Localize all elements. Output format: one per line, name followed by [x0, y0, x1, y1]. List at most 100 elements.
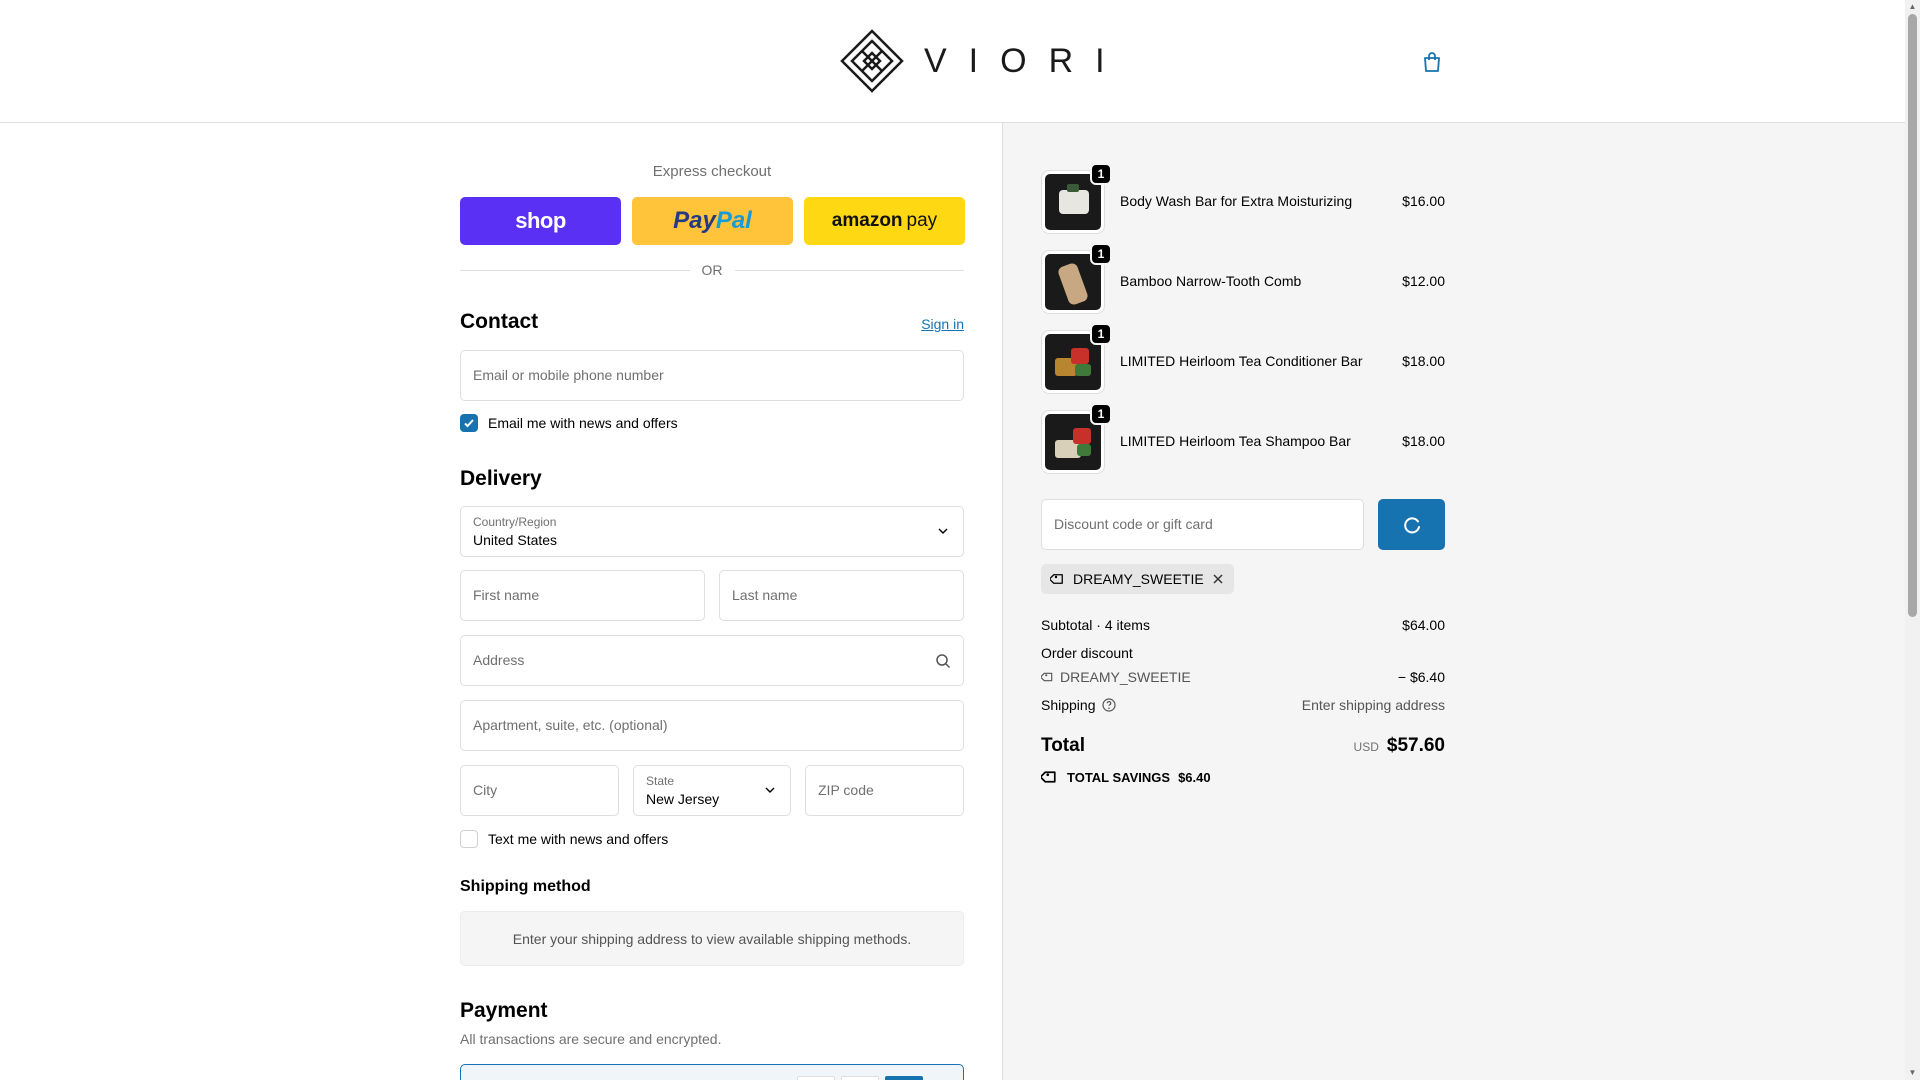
discount-code-input[interactable]: Discount code or gift card — [1041, 499, 1364, 550]
savings-value: $6.40 — [1178, 769, 1211, 785]
item-price: $12.00 — [1402, 273, 1445, 289]
address-field[interactable]: Address — [460, 635, 964, 686]
shipping-method-message: Enter your shipping address to view avai… — [460, 911, 964, 966]
quantity-badge: 1 — [1090, 323, 1112, 345]
discount-placeholder: Discount code or gift card — [1054, 516, 1213, 532]
text-opt-in-label: Text me with news and offers — [488, 831, 669, 847]
item-price: $18.00 — [1402, 433, 1445, 449]
shipping-method-title: Shipping method — [460, 878, 591, 895]
quantity-badge: 1 — [1090, 403, 1112, 425]
shipping-row: Shipping Enter shipping address — [1041, 697, 1445, 713]
applied-code-text: DREAMY_SWEETIE — [1073, 571, 1204, 587]
zip-placeholder: ZIP code — [818, 782, 874, 798]
subtotal-label: Subtotal · 4 items — [1041, 617, 1150, 633]
chevron-down-icon — [765, 787, 775, 793]
contact-title: Contact — [460, 310, 539, 333]
delivery-title: Delivery — [460, 467, 542, 490]
discount-code-row: DREAMY_SWEETIE − $6.40 — [1041, 669, 1445, 685]
express-checkout-buttons: shop Pay Pal amazon pay — [460, 197, 965, 245]
email-opt-in-checkbox[interactable] — [460, 414, 478, 432]
brand-logo[interactable]: VIORI — [840, 29, 1127, 93]
email-placeholder: Email or mobile phone number — [473, 367, 664, 383]
tag-icon — [1041, 672, 1053, 682]
text-opt-in[interactable]: Text me with news and offers — [460, 830, 668, 848]
apartment-field[interactable]: Apartment, suite, etc. (optional) — [460, 700, 964, 751]
email-opt-in[interactable]: Email me with news and offers — [460, 414, 678, 432]
order-item: 1 LIMITED Heirloom Tea Conditioner Bar $… — [1041, 323, 1445, 394]
page-scrollbar[interactable]: ▲ ▼ — [1905, 0, 1920, 1080]
paypal-label-pal: Pal — [715, 207, 752, 234]
amazon-label: amazon — [831, 210, 903, 231]
country-value: United States — [473, 532, 558, 548]
item-price: $16.00 — [1402, 193, 1445, 209]
search-icon — [936, 654, 951, 669]
item-name: LIMITED Heirloom Tea Conditioner Bar — [1120, 353, 1363, 369]
shipping-label: Shipping — [1041, 697, 1096, 713]
divider-line — [734, 269, 964, 271]
site-header: VIORI — [0, 0, 1905, 123]
or-divider: OR — [460, 262, 964, 278]
tag-icon — [1050, 574, 1063, 584]
applied-discount-chip: DREAMY_SWEETIE — [1041, 564, 1234, 594]
email-field[interactable]: Email or mobile phone number — [460, 350, 964, 401]
first-name-field[interactable]: First name — [460, 570, 705, 621]
chevron-down-icon — [938, 528, 948, 534]
country-label: Country/Region — [473, 515, 557, 529]
total-currency: USD — [1353, 740, 1379, 754]
subtotal-row: Subtotal · 4 items $64.00 — [1041, 617, 1445, 633]
text-opt-in-checkbox[interactable] — [460, 830, 478, 848]
remove-discount-icon[interactable] — [1211, 572, 1225, 586]
scroll-up-arrow-icon[interactable]: ▲ — [1908, 2, 1917, 12]
email-opt-in-label: Email me with news and offers — [488, 415, 678, 431]
discount-code-line: DREAMY_SWEETIE — [1041, 669, 1191, 685]
first-name-placeholder: First name — [473, 587, 540, 603]
amazon-pay-label: pay — [906, 210, 938, 231]
help-icon[interactable] — [1101, 698, 1116, 712]
item-name: LIMITED Heirloom Tea Shampoo Bar — [1120, 433, 1351, 449]
state-value: New Jersey — [646, 791, 720, 807]
zip-field[interactable]: ZIP code — [805, 765, 964, 816]
subtotal-value: $64.00 — [1402, 617, 1445, 633]
city-field[interactable]: City — [460, 765, 619, 816]
apply-discount-button[interactable] — [1378, 499, 1445, 550]
apartment-placeholder: Apartment, suite, etc. (optional) — [473, 717, 668, 733]
item-name: Bamboo Narrow-Tooth Comb — [1120, 273, 1302, 289]
credit-card-option[interactable] — [460, 1064, 964, 1080]
last-name-placeholder: Last name — [732, 587, 798, 603]
country-select[interactable]: Country/Region United States — [460, 506, 964, 557]
brand-name: VIORI — [924, 41, 1127, 80]
order-item: 1 Bamboo Narrow-Tooth Comb $12.00 — [1041, 243, 1445, 314]
discount-value: − $6.40 — [1397, 669, 1445, 685]
tag-icon — [1041, 771, 1056, 783]
brand-mark-icon — [840, 29, 904, 93]
shop-pay-label: shop — [515, 208, 566, 233]
item-price: $18.00 — [1402, 353, 1445, 369]
amazon-pay-button[interactable]: amazon pay — [804, 197, 965, 245]
sign-in-link[interactable]: Sign in — [921, 316, 964, 332]
state-select[interactable]: State New Jersey — [633, 765, 791, 816]
scrollbar-thumb[interactable] — [1908, 14, 1917, 617]
total-row: Total USD $57.60 — [1041, 735, 1445, 757]
order-discount-label: Order discount — [1041, 645, 1133, 661]
shipping-method-text: Enter your shipping address to view avai… — [512, 930, 912, 947]
discount-code-text: DREAMY_SWEETIE — [1060, 669, 1191, 685]
scroll-down-arrow-icon[interactable]: ▼ — [1908, 1068, 1917, 1078]
savings-label: TOTAL SAVINGS — [1067, 769, 1171, 785]
shipping-label-group: Shipping — [1041, 697, 1116, 713]
state-label: State — [646, 774, 675, 788]
order-discount-row: Order discount — [1041, 645, 1445, 661]
shop-pay-button[interactable]: shop — [460, 197, 621, 245]
last-name-field[interactable]: Last name — [719, 570, 964, 621]
card-brand-icon — [885, 1076, 923, 1080]
payment-title: Payment — [460, 999, 548, 1022]
address-placeholder: Address — [473, 652, 525, 668]
paypal-button[interactable]: Pay Pal — [632, 197, 793, 245]
quantity-badge: 1 — [1090, 163, 1112, 185]
shopping-bag-icon[interactable] — [1420, 50, 1444, 74]
paypal-label-pay: Pay — [673, 207, 716, 234]
or-text: OR — [701, 262, 723, 278]
card-brand-icon — [797, 1076, 835, 1080]
loading-spinner-icon — [1403, 516, 1420, 533]
payment-subtitle: All transactions are secure and encrypte… — [460, 1031, 722, 1047]
quantity-badge: 1 — [1090, 243, 1112, 265]
